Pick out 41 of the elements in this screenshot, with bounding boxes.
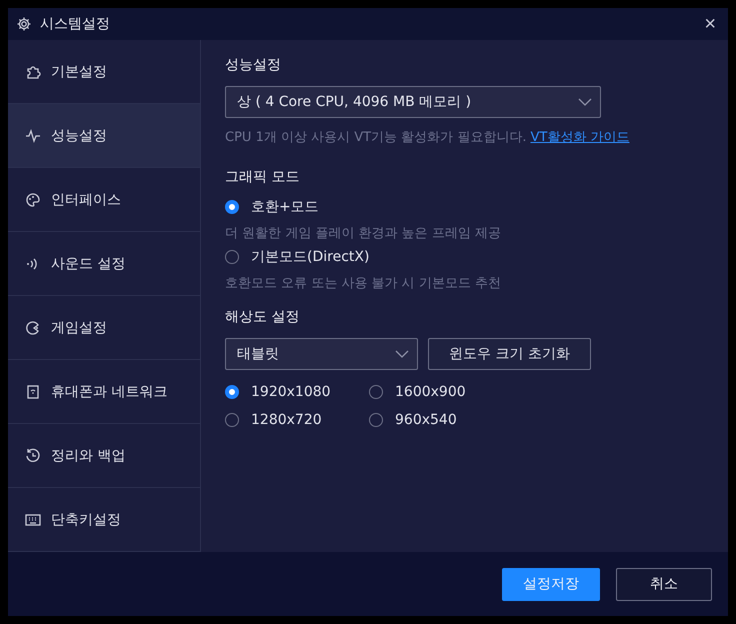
keyboard-icon: [25, 512, 41, 528]
section-title: 해상도 설정: [225, 308, 300, 326]
vt-guide-link[interactable]: VT활성화 가이드: [530, 128, 630, 146]
radio-option[interactable]: 1280x720: [225, 412, 369, 428]
cancel-button[interactable]: 취소: [616, 568, 712, 600]
radio-option[interactable]: 1920x1080: [225, 384, 369, 400]
sidebar-item[interactable]: 정리와 백업: [8, 424, 200, 488]
gauge-icon: [25, 320, 41, 336]
section-title: 그래픽 모드: [225, 168, 300, 186]
sidebar-item[interactable]: 휴대폰과 네트워크: [8, 360, 200, 424]
sidebar-item[interactable]: 게임설정: [8, 296, 200, 360]
radio-button[interactable]: [225, 250, 239, 264]
radio-button[interactable]: [225, 385, 239, 399]
reset-window-size-button[interactable]: 윈도우 크기 초기화: [428, 338, 591, 370]
radio-button[interactable]: [225, 200, 239, 214]
close-button[interactable]: ×: [700, 14, 720, 34]
pulse-icon: [25, 128, 41, 144]
chevron-down-icon: [578, 98, 592, 106]
radio-option[interactable]: 1600x900: [369, 384, 489, 400]
radio-option[interactable]: 호환+모드: [225, 198, 704, 216]
window-title: 시스템설정: [40, 15, 111, 33]
option-description: 호환모드 오류 또는 사용 불가 시 기본모드 추천: [225, 275, 502, 292]
sidebar-item[interactable]: 성능설정: [8, 104, 200, 168]
phone-icon: [25, 384, 41, 400]
hint-text: CPU 1개 이상 사용시 VT기능 활성화가 필요합니다.: [225, 129, 526, 146]
radio-option[interactable]: 960x540: [369, 412, 489, 428]
performance-select[interactable]: 상 ( 4 Core CPU, 4096 MB 메모리 ): [225, 86, 601, 118]
option-description: 더 원활한 게임 플레이 환경과 높은 프레임 제공: [225, 225, 502, 242]
history-icon: [25, 448, 41, 464]
chevron-down-icon: [395, 350, 409, 358]
radio-button[interactable]: [225, 413, 239, 427]
radio-button[interactable]: [369, 385, 383, 399]
puzzle-icon: [25, 64, 41, 80]
radio-button[interactable]: [369, 413, 383, 427]
section-title: 성능설정: [225, 56, 282, 74]
radio-option[interactable]: 기본모드(DirectX): [225, 248, 704, 266]
palette-icon: [25, 192, 41, 208]
sidebar-item[interactable]: 사운드 설정: [8, 232, 200, 296]
device-select[interactable]: 태블릿: [225, 338, 418, 370]
sidebar-item[interactable]: 인터페이스: [8, 168, 200, 232]
settings-icon: [16, 16, 32, 32]
